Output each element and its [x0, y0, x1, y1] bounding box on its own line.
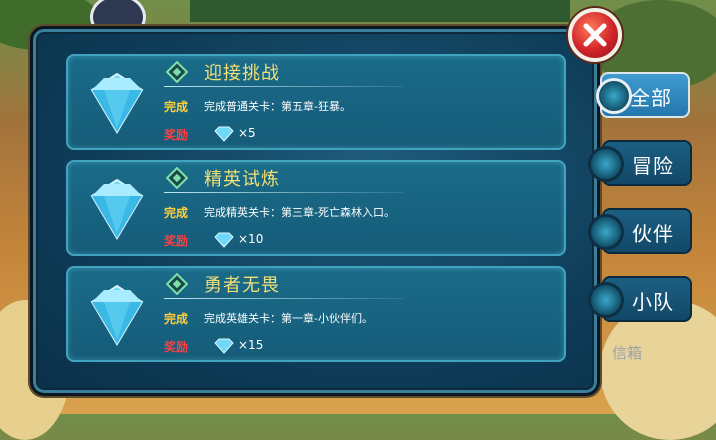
tab-label: 伙伴	[632, 222, 674, 246]
achievement-card[interactable]: 勇者无畏 完成 完成英雄关卡：第一章-小伙伴们。 奖励 ×15	[66, 266, 566, 362]
diamond-pattern-icon	[166, 61, 188, 83]
done-label: 完成	[164, 312, 189, 326]
achievement-description: 完成精英关卡：第三章-死亡森林入口。	[204, 206, 395, 219]
tab-partner[interactable]: 伙伴	[588, 208, 692, 254]
diamond-icon	[90, 178, 144, 240]
swirl-icon	[588, 282, 624, 318]
diamond-pattern-icon	[166, 273, 188, 295]
mailbox-label[interactable]: 信箱	[612, 342, 642, 363]
title-divider	[164, 86, 404, 87]
reward-quantity: ×15	[238, 338, 264, 352]
achievement-description: 完成英雄关卡：第一章-小伙伴们。	[204, 312, 373, 325]
swirl-icon	[588, 146, 624, 182]
achievement-description: 完成普通关卡：第五章-狂暴。	[204, 100, 351, 113]
tab-squad[interactable]: 小队	[588, 276, 692, 322]
reward-label: 奖励	[164, 234, 189, 248]
swirl-icon	[588, 214, 624, 250]
small-diamond-icon	[214, 232, 234, 248]
done-label: 完成	[164, 206, 189, 220]
tab-label: 小队	[632, 290, 674, 314]
close-x-icon	[583, 23, 607, 47]
reward-quantity: ×5	[238, 126, 256, 140]
reward-label: 奖励	[164, 128, 189, 142]
achievement-title: 勇者无畏	[204, 275, 280, 296]
achievement-title: 精英试炼	[204, 169, 280, 190]
small-diamond-icon	[214, 338, 234, 354]
background-scenery	[190, 0, 570, 22]
title-divider	[164, 298, 404, 299]
small-diamond-icon	[214, 126, 234, 142]
title-divider	[164, 192, 404, 193]
diamond-icon	[90, 72, 144, 134]
tab-label: 全部	[630, 86, 672, 110]
achievement-title: 迎接挑战	[204, 63, 280, 84]
reward-label: 奖励	[164, 340, 189, 354]
diamond-icon	[90, 284, 144, 346]
achievement-card[interactable]: 精英试炼 完成 完成精英关卡：第三章-死亡森林入口。 奖励 ×10	[66, 160, 566, 256]
close-button[interactable]	[568, 8, 622, 62]
swirl-icon	[596, 78, 632, 114]
done-label: 完成	[164, 100, 189, 114]
diamond-pattern-icon	[166, 167, 188, 189]
tab-adventure[interactable]: 冒险	[588, 140, 692, 186]
tab-label: 冒险	[632, 154, 674, 178]
reward-quantity: ×10	[238, 232, 264, 246]
tab-all[interactable]: 全部	[596, 72, 690, 118]
achievement-card[interactable]: 迎接挑战 完成 完成普通关卡：第五章-狂暴。 奖励 ×5	[66, 54, 566, 150]
